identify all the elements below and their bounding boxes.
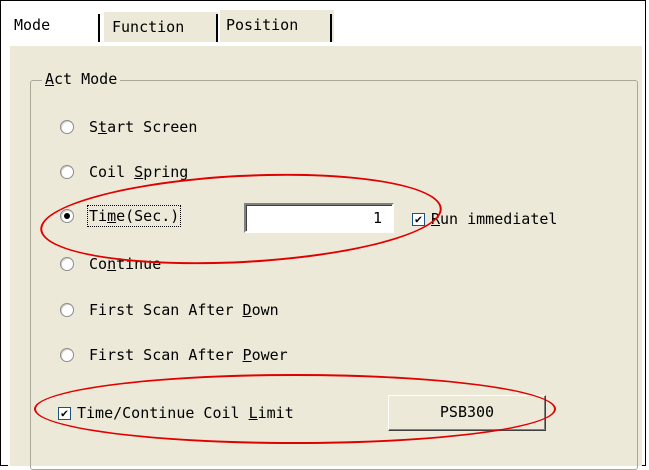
checkbox-label: Run immediatel: [431, 210, 558, 228]
radio-label: First Scan After Down: [89, 301, 279, 319]
radio-button-icon[interactable]: [60, 120, 74, 134]
annotation-ellipse: [34, 374, 556, 444]
tab-divider: [330, 14, 332, 42]
radio-button-icon[interactable]: [60, 348, 74, 362]
tab-divider-highlight: [218, 14, 219, 42]
radio-coil-spring[interactable]: Coil Spring: [60, 162, 188, 182]
radio-first-scan-after-down[interactable]: First Scan After Down: [60, 300, 279, 320]
radio-first-scan-after-power[interactable]: First Scan After Power: [60, 345, 288, 365]
tab-position[interactable]: Position: [220, 10, 334, 44]
radio-button-icon[interactable]: [60, 165, 74, 179]
tab-function[interactable]: Function: [100, 10, 218, 44]
radio-label: Start Screen: [89, 118, 198, 136]
radio-button-icon[interactable]: [60, 303, 74, 317]
radio-start-screen[interactable]: Start Screen: [60, 117, 197, 137]
radio-label: Coil Spring: [89, 163, 189, 181]
radio-label: First Scan After Power: [89, 346, 288, 364]
act-mode-legend: Act Mode: [42, 70, 121, 88]
tab-mode[interactable]: Mode: [8, 10, 98, 44]
panel-top-edge: [98, 42, 641, 44]
radio-button-icon[interactable]: [60, 257, 74, 271]
